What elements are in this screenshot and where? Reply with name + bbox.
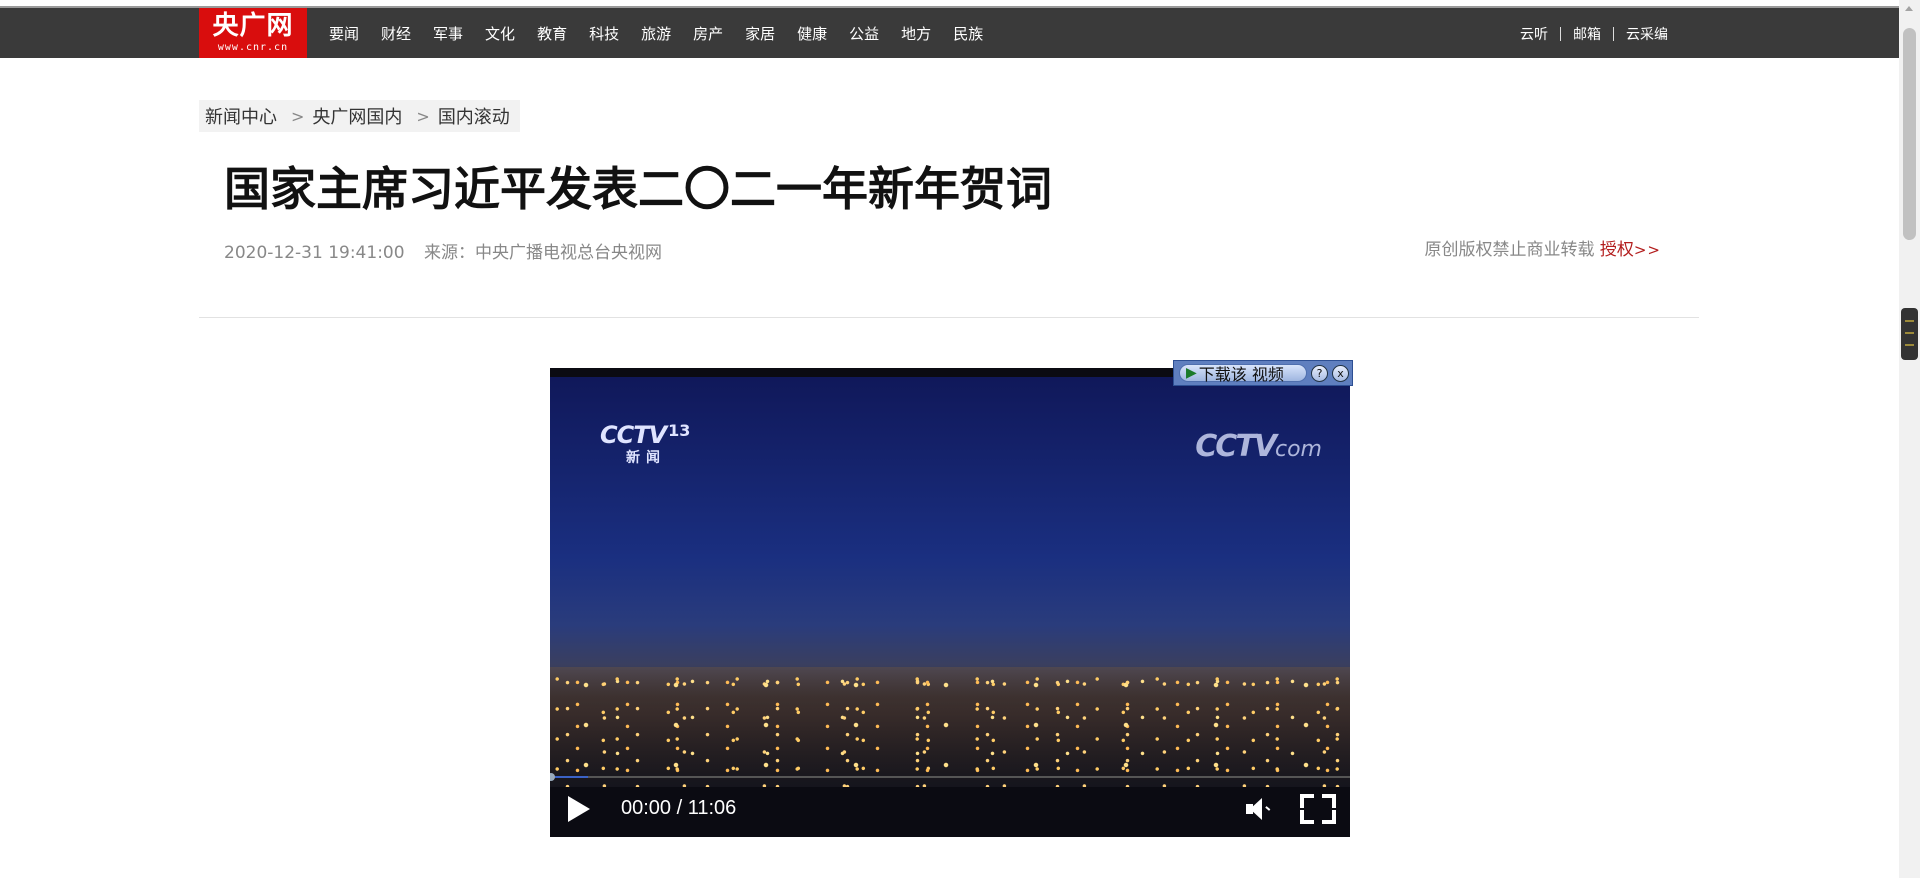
fullscreen-corner (1300, 810, 1314, 824)
article-meta: 2020-12-31 19:41:00 来源：中央广播电视总台央视网 (224, 238, 662, 263)
widget-bar (1905, 332, 1914, 334)
article-datetime: 2020-12-31 19:41:00 (224, 243, 405, 263)
scroll-up-arrow-icon[interactable] (1905, 6, 1913, 11)
nav-link-mailbox[interactable]: 邮箱 (1573, 24, 1601, 44)
nav-link-yunting[interactable]: 云听 (1520, 24, 1548, 44)
help-icon[interactable]: ? (1311, 364, 1328, 382)
channel-logo-text: CCTV (600, 421, 667, 449)
download-video-label: 下载该 视频 (1198, 365, 1284, 384)
authorize-link[interactable]: 授权>> (1600, 240, 1661, 260)
page-scrollbar[interactable] (1899, 0, 1920, 878)
breadcrumb-item-domestic-scroll[interactable]: 国内滚动 (438, 103, 510, 129)
breadcrumb-item-domestic[interactable]: 央广网国内 (312, 103, 402, 129)
play-icon[interactable] (568, 796, 590, 822)
scrollbar-thumb[interactable] (1903, 28, 1916, 240)
authorize-arrows: >> (1633, 241, 1661, 259)
widget-bar (1905, 320, 1914, 322)
logo-text: 央广网 (212, 11, 294, 41)
nav-item-jiaju[interactable]: 家居 (734, 8, 786, 58)
nav-item-jiankang[interactable]: 健康 (786, 8, 838, 58)
video-frame: CCTV 13 新闻 CCTVcom (550, 377, 1350, 787)
volume-icon-wave (1262, 806, 1271, 814)
side-floating-widget[interactable] (1901, 308, 1918, 360)
watermark-suffix: com (1275, 437, 1322, 462)
fullscreen-corner (1322, 794, 1336, 808)
download-video-button[interactable]: ▶ 下载该 视频 (1179, 364, 1307, 384)
nav-item-lvyou[interactable]: 旅游 (630, 8, 682, 58)
copyright-text: 原创版权禁止商业转载 (1424, 240, 1595, 260)
nav-item-caijing[interactable]: 财经 (370, 8, 422, 58)
nav-item-jiaoyu[interactable]: 教育 (526, 8, 578, 58)
fullscreen-corner (1322, 810, 1336, 824)
nav-right-links: 云听 邮箱 云采编 (1520, 24, 1668, 44)
nav-item-gongyi[interactable]: 公益 (838, 8, 890, 58)
copyright-notice: 原创版权禁止商业转载 授权>> (1424, 235, 1661, 260)
breadcrumb: 新闻中心 > 央广网国内 > 国内滚动 (199, 100, 520, 132)
volume-icon-cone (1250, 798, 1262, 820)
top-navigation-bar: 央广网 www.cnr.cn 要闻 财经 军事 文化 教育 科技 旅游 房产 家… (0, 8, 1899, 58)
close-icon[interactable]: x (1332, 364, 1349, 382)
nav-item-junshi[interactable]: 军事 (422, 8, 474, 58)
nav-item-difang[interactable]: 地方 (890, 8, 942, 58)
nav-item-fangchan[interactable]: 房产 (682, 8, 734, 58)
logo-url-text: www.cnr.cn (217, 42, 289, 53)
nav-menu: 要闻 财经 军事 文化 教育 科技 旅游 房产 家居 健康 公益 地方 民族 (318, 8, 994, 58)
widget-bar (1905, 344, 1914, 346)
cnr-logo[interactable]: 央广网 www.cnr.cn (199, 8, 307, 58)
nav-item-keji[interactable]: 科技 (578, 8, 630, 58)
article-source: 来源：中央广播电视总台央视网 (423, 243, 662, 263)
authorize-link-label: 授权 (1599, 240, 1634, 260)
channel-number: 13 (668, 421, 691, 440)
article-title: 国家主席习近平发表二〇二一年新年贺词 (224, 162, 1052, 216)
channel-logo: CCTV 13 新闻 (600, 421, 690, 467)
nav-item-wenhua[interactable]: 文化 (474, 8, 526, 58)
header-divider (199, 317, 1699, 318)
volume-icon[interactable] (1246, 798, 1272, 820)
breadcrumb-separator: > (416, 106, 430, 126)
play-arrow-icon: ▶ (1186, 365, 1197, 381)
cctv-watermark: CCTVcom (1195, 429, 1322, 464)
breadcrumb-separator: > (291, 106, 305, 126)
nav-item-yaowen[interactable]: 要闻 (318, 8, 370, 58)
city-lights-image (550, 667, 1350, 787)
video-player[interactable]: CCTV 13 新闻 CCTVcom 00:00 / 11:06 (550, 368, 1350, 837)
video-controls: 00:00 / 11:06 (550, 778, 1350, 837)
fullscreen-icon[interactable] (1300, 794, 1336, 824)
video-download-bar: ▶ 下载该 视频 ? x (1173, 360, 1353, 386)
channel-sub: 新闻 (626, 450, 666, 466)
fullscreen-corner (1300, 794, 1314, 808)
nav-separator (1560, 27, 1561, 41)
time-display: 00:00 / 11:06 (621, 797, 737, 819)
nav-item-minzu[interactable]: 民族 (942, 8, 994, 58)
nav-link-yuncaibian[interactable]: 云采编 (1626, 24, 1668, 44)
breadcrumb-item-news-center[interactable]: 新闻中心 (205, 103, 277, 129)
watermark-text: CCTV (1195, 429, 1277, 464)
nav-separator (1613, 27, 1614, 41)
